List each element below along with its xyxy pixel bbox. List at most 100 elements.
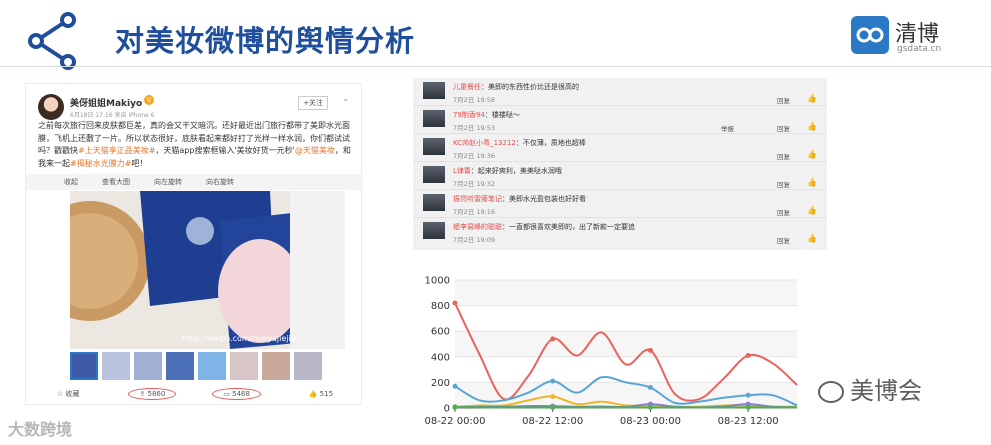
comment-text: ：不仅薄，质地也超棒: [515, 139, 586, 147]
topic-link[interactable]: #上天猫享正品美妆#: [78, 146, 155, 155]
grid-band: [455, 280, 797, 306]
grid-band: [455, 356, 797, 383]
series-point: [745, 392, 751, 398]
y-tick-label: 800: [431, 301, 450, 312]
thumbnail[interactable]: [294, 352, 322, 380]
comment-item: KC帅赵小粤_13212：不仅薄，质地也超棒 7月2日 19:36 回复 👍: [413, 134, 827, 162]
reply-button[interactable]: 回复: [777, 95, 790, 105]
avatar[interactable]: [423, 194, 445, 211]
comment-author[interactable]: 79制香94: [453, 111, 485, 119]
comment-author[interactable]: 蟋李易峰的聪聪: [453, 223, 502, 231]
avatar[interactable]: [423, 166, 445, 183]
comment-author[interactable]: 振然听雷藤笔记: [453, 195, 502, 203]
comment-time: 7月2日 19:36: [453, 152, 496, 160]
comment-text: ：楼楼哒～: [484, 111, 520, 119]
page-title: 对美妆微博的舆情分析: [115, 24, 416, 58]
grid-band: [455, 305, 797, 332]
chevron-down-icon[interactable]: ⌄: [342, 94, 350, 104]
rotate-left-button[interactable]: 向左旋转: [154, 177, 182, 187]
post-body: 之前每次旅行回来皮肤都巨差，真的会又干又暗沉。还好最近出门旅行都带了美即水光面膜…: [38, 121, 351, 168]
photo-thumbnails: [70, 352, 352, 382]
wechat-watermark: 美博会: [818, 371, 922, 406]
repost-button[interactable]: ⇪ 5860: [110, 388, 194, 400]
reply-button[interactable]: 回复: [777, 151, 790, 161]
comment-button[interactable]: ▭ 5468: [195, 388, 279, 400]
comment-time: 7月2日 19:32: [453, 180, 496, 188]
series-point: [452, 383, 458, 389]
favorite-button[interactable]: ☆ 收藏: [26, 389, 110, 399]
series-point: [550, 404, 556, 410]
avatar[interactable]: [38, 94, 64, 120]
header-divider: [0, 66, 991, 67]
comment-author[interactable]: KC帅赵小粤_13212: [453, 139, 516, 147]
like-button[interactable]: 👍 515: [279, 390, 363, 398]
thumbnail[interactable]: [70, 352, 98, 380]
y-tick-label: 400: [431, 352, 450, 363]
series-point: [647, 347, 653, 353]
thumbnail[interactable]: [102, 352, 130, 380]
comment-item: 79制香94：楼楼哒～ 7月2日 19:53 举报 回复 👍: [413, 106, 827, 134]
slide: 对美妆微博的舆情分析 清博 gsdata.cn 美伢姐姐Makiyo V 6月1…: [0, 0, 991, 445]
view-large-button[interactable]: 查看大图: [102, 177, 130, 187]
series-point: [647, 404, 653, 410]
comment-time: 7月2日 19:16: [453, 208, 496, 216]
like-icon[interactable]: 👍: [807, 122, 817, 131]
post-photo[interactable]: http://weibo.com/meiyajiejie: [70, 191, 345, 349]
like-icon[interactable]: 👍: [807, 234, 817, 243]
mention-link[interactable]: @天猫美妆: [295, 146, 335, 155]
series-point: [745, 353, 751, 359]
x-tick-label: 08-22 12:00: [522, 416, 583, 427]
thumbnail[interactable]: [262, 352, 290, 380]
like-icon[interactable]: 👍: [807, 206, 817, 215]
comment-text: ：起来好爽利，美美哒水润哦: [470, 167, 562, 175]
collapse-button[interactable]: 收起: [64, 177, 78, 187]
comment-item: 振然听雷藤笔记：美即水光盈包装也好好看 7月2日 19:16 回复 👍: [413, 190, 827, 218]
x-tick-label: 08-23 12:00: [718, 416, 779, 427]
avatar[interactable]: [423, 138, 445, 155]
x-tick-label: 08-23 00:00: [620, 416, 681, 427]
reply-button[interactable]: 回复: [777, 235, 790, 245]
grid-band: [455, 331, 797, 357]
reply-button[interactable]: 回复: [777, 179, 790, 189]
thumbnail[interactable]: [134, 352, 162, 380]
report-button[interactable]: 举报: [721, 123, 734, 133]
comment-author[interactable]: L律箐: [453, 167, 471, 175]
post-username[interactable]: 美伢姐姐Makiyo: [70, 96, 142, 109]
x-tick-label: 08-22 00:00: [424, 416, 485, 427]
like-icon[interactable]: 👍: [807, 150, 817, 159]
comment-time: 7月2日 19:58: [453, 96, 496, 104]
wechat-icon: [818, 381, 844, 403]
comment-text: ：美即的东西性价比还是很高的: [481, 83, 579, 91]
post-actions: ☆ 收藏 ⇪ 5860 ▭ 5468 👍 515: [26, 384, 363, 404]
series-point: [550, 378, 556, 384]
thumbnail[interactable]: [198, 352, 226, 380]
avatar[interactable]: [423, 110, 445, 127]
comment-author[interactable]: 儿童餐任: [453, 83, 481, 91]
like-icon[interactable]: 👍: [807, 94, 817, 103]
avatar[interactable]: [423, 82, 445, 99]
source-watermark: 大数跨境: [8, 420, 73, 439]
comment-time: 7月2日 19:09: [453, 236, 496, 244]
reply-button[interactable]: 回复: [777, 207, 790, 217]
topic-link[interactable]: #揭秘水光膜力#: [70, 159, 131, 168]
comment-time: 7月2日 19:53: [453, 124, 496, 132]
comment-item: 蟋李易峰的聪聪：一直都很喜欢美即的，出了新款一定要追 7月2日 19:09 回复…: [413, 218, 827, 246]
reply-button[interactable]: 回复: [777, 123, 790, 133]
y-tick-label: 0: [444, 404, 450, 415]
photo-watermark: http://weibo.com/meiyajiejie: [182, 334, 296, 343]
follow-button[interactable]: +关注: [298, 96, 328, 110]
series-point: [452, 404, 458, 410]
series-point: [550, 393, 556, 399]
thumbnail[interactable]: [230, 352, 258, 380]
avatar[interactable]: [423, 222, 445, 239]
series-point: [745, 404, 751, 410]
comment-item: L律箐：起来好爽利，美美哒水润哦 7月2日 19:32 回复 👍: [413, 162, 827, 190]
trend-line-chart: 0 200 400 600 800 1000 08-22 00:00 08-22 12:00 0…: [424, 276, 798, 427]
like-icon[interactable]: 👍: [807, 178, 817, 187]
verified-icon: V: [144, 95, 154, 105]
rotate-right-button[interactable]: 向右旋转: [206, 177, 234, 187]
weibo-post-card: 美伢姐姐Makiyo V 6月18日 17:16 来自 iPhone 6 +关注…: [25, 83, 363, 405]
thumbnail[interactable]: [166, 352, 194, 380]
series-point: [550, 336, 556, 342]
post-meta: 6月18日 17:16 来自 iPhone 6: [70, 112, 155, 119]
